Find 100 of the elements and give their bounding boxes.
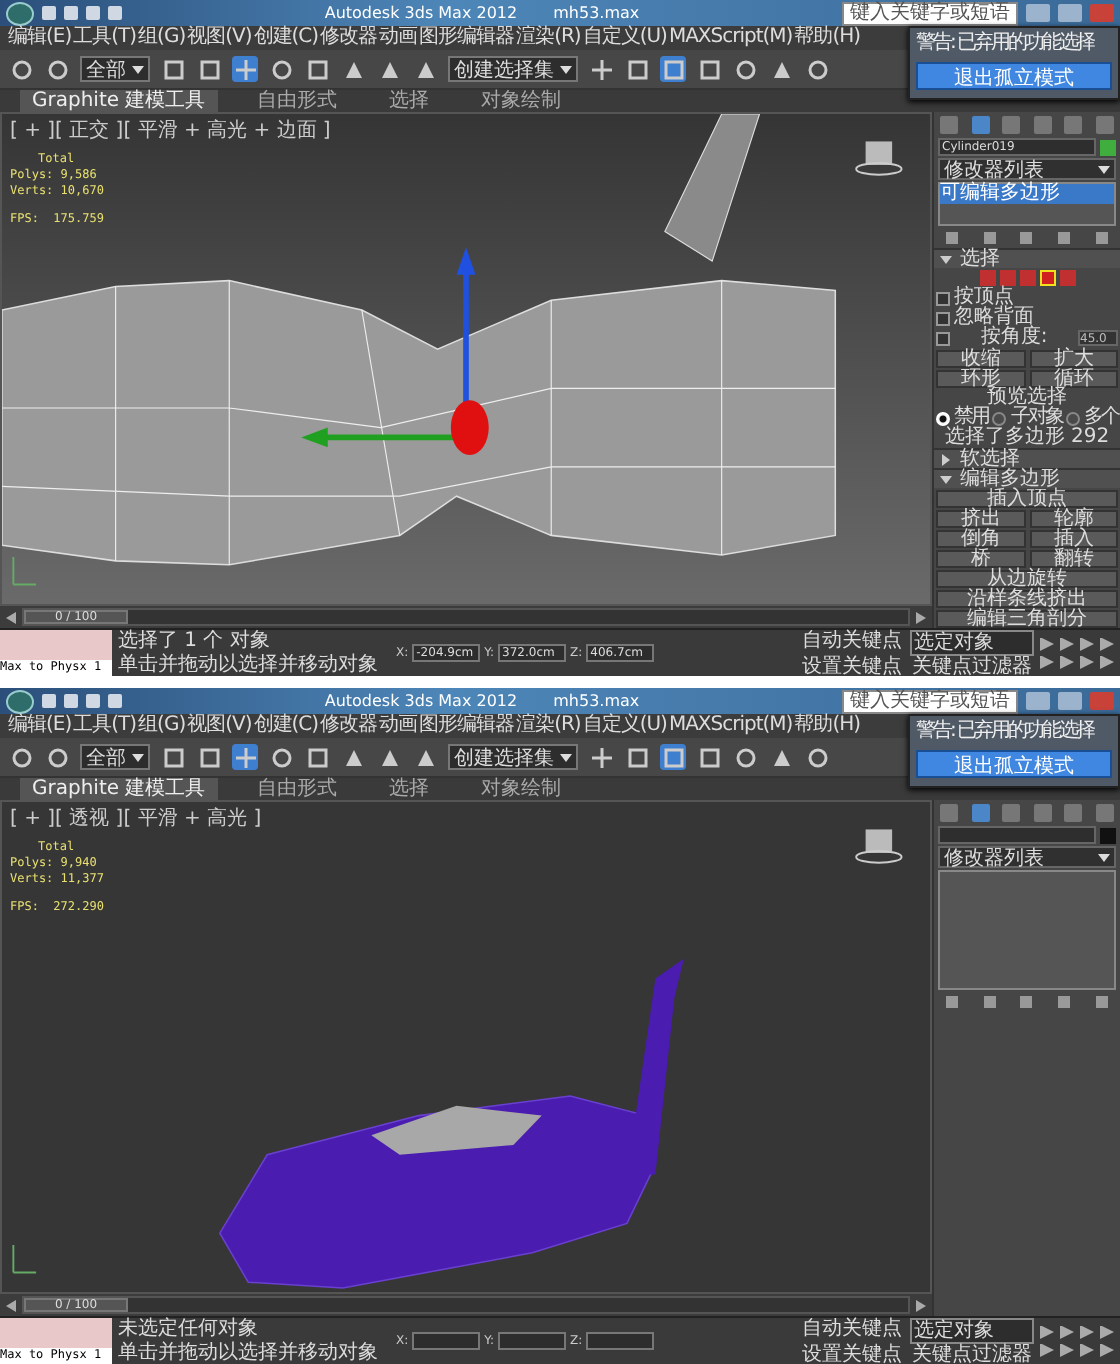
panel-button[interactable]: 从边旋转 — [936, 569, 1118, 587]
menu-item[interactable]: 工具(T) — [73, 714, 137, 738]
menu-item[interactable]: 编辑(E) — [8, 26, 72, 50]
caret-icon[interactable] — [940, 253, 952, 265]
previous-frame-icon[interactable] — [6, 611, 16, 623]
menu-item[interactable]: MAXScript(M) — [668, 26, 793, 50]
auto-key-button[interactable]: 自动关键点 — [800, 629, 904, 655]
search-field[interactable]: 键入关键字或短语 — [841, 1, 1018, 25]
named-selection-dropdown[interactable]: 创建选择集 — [448, 744, 578, 770]
object-color-swatch[interactable] — [1100, 139, 1116, 155]
stack-tool-icon[interactable] — [983, 232, 996, 244]
stack-tool-icon[interactable] — [1058, 996, 1071, 1008]
next-frame-icon[interactable] — [916, 1299, 926, 1311]
stack-item[interactable]: 可编辑多边形 — [940, 184, 1114, 204]
panel-tab-icon[interactable] — [971, 803, 990, 821]
menu-item[interactable]: 自定义(U) — [582, 26, 667, 50]
panel-tab-icon[interactable] — [971, 115, 990, 133]
menu-item[interactable]: 图形编辑器 — [419, 714, 515, 738]
panel-button[interactable]: 插入顶点 — [936, 489, 1118, 507]
app-logo-icon[interactable] — [6, 689, 34, 713]
set-key-button[interactable]: 设置关键点 — [800, 1343, 904, 1364]
viewport-label[interactable]: [ + ][ 透视 ][ 平滑 + 高光 ] — [10, 804, 262, 832]
stack-tool-icon[interactable] — [1095, 232, 1108, 244]
object-color-swatch[interactable] — [1100, 827, 1116, 843]
panel-button[interactable]: 挤出 — [936, 509, 1025, 527]
minimize-button[interactable] — [1025, 692, 1050, 710]
menu-item[interactable]: 创建(C) — [253, 26, 319, 50]
coordinate-field[interactable] — [586, 1332, 655, 1350]
ribbon-tab[interactable]: Graphite 建模工具 — [20, 778, 218, 800]
modifier-list-dropdown[interactable]: 修改器列表 — [938, 158, 1116, 180]
menu-item[interactable]: 动画 — [379, 714, 418, 738]
key-filters-button[interactable]: 关键点过滤器 — [910, 1343, 1034, 1364]
key-mode-dropdown[interactable]: 选定对象 — [910, 1317, 1034, 1343]
next-frame-icon[interactable] — [916, 611, 926, 623]
menu-item[interactable]: 编辑(E) — [8, 714, 72, 738]
ribbon-tab[interactable]: 对象绘制 — [469, 90, 574, 112]
ribbon-tab[interactable]: 选择 — [377, 778, 442, 800]
coordinate-field[interactable] — [498, 1332, 567, 1350]
menu-item[interactable]: 动画 — [379, 26, 418, 50]
modifier-stack[interactable]: 可编辑多边形 — [938, 182, 1116, 226]
selection-filter-dropdown[interactable]: 全部 — [80, 744, 150, 770]
stack-tool-icon[interactable] — [946, 232, 959, 244]
panel-button[interactable]: 环形 — [936, 369, 1025, 387]
panel-button[interactable]: 插入 — [1029, 529, 1118, 547]
subobject-icon[interactable] — [1039, 270, 1055, 286]
move-gizmo-drawing[interactable] — [301, 247, 489, 456]
menu-item[interactable]: 帮助(H) — [794, 714, 861, 738]
panel-button[interactable]: 翻转 — [1029, 549, 1118, 567]
previous-frame-icon[interactable] — [6, 1299, 16, 1311]
stack-tool-icon[interactable] — [1095, 996, 1108, 1008]
menu-item[interactable]: 修改器 — [320, 26, 378, 50]
menu-item[interactable]: 渲染(R) — [516, 714, 581, 738]
exit-isolation-button[interactable]: 退出孤立模式 — [916, 750, 1112, 778]
stack-tool-icon[interactable] — [1020, 996, 1033, 1008]
rollout-header[interactable]: 软选择 — [934, 448, 1120, 468]
exit-isolation-button[interactable]: 退出孤立模式 — [916, 62, 1112, 90]
menu-item[interactable]: 视图(V) — [187, 714, 252, 738]
viewcube-icon[interactable] — [855, 141, 903, 176]
minimize-button[interactable] — [1025, 4, 1050, 22]
key-mode-dropdown[interactable]: 选定对象 — [910, 629, 1034, 655]
menu-item[interactable]: 帮助(H) — [794, 26, 861, 50]
viewcube-icon[interactable] — [855, 829, 903, 864]
panel-button[interactable]: 循环 — [1029, 369, 1118, 387]
radio-button[interactable] — [1065, 411, 1080, 425]
search-field[interactable]: 键入关键字或短语 — [841, 689, 1018, 713]
menu-item[interactable]: 工具(T) — [73, 26, 137, 50]
panel-button[interactable]: 扩大 — [1029, 349, 1118, 367]
stack-tool-icon[interactable] — [1058, 232, 1071, 244]
menu-item[interactable]: 组(G) — [138, 26, 186, 50]
selection-filter-dropdown[interactable]: 全部 — [80, 56, 150, 82]
panel-button[interactable]: 轮廓 — [1029, 509, 1118, 527]
panel-button[interactable]: 收缩 — [936, 349, 1025, 367]
menu-item[interactable]: MAXScript(M) — [668, 714, 793, 738]
auto-key-button[interactable]: 自动关键点 — [800, 1317, 904, 1343]
checkbox[interactable] — [936, 311, 950, 325]
set-key-button[interactable]: 设置关键点 — [800, 655, 904, 676]
rollout-header[interactable]: 选择 — [934, 248, 1120, 268]
coordinate-field[interactable] — [412, 1332, 481, 1350]
stack-tool-icon[interactable] — [1020, 232, 1033, 244]
menu-item[interactable]: 修改器 — [320, 714, 378, 738]
maximize-button[interactable] — [1057, 692, 1082, 710]
menu-item[interactable]: 自定义(U) — [582, 714, 667, 738]
ribbon-tab[interactable]: Graphite 建模工具 — [20, 90, 218, 112]
menu-item[interactable]: 渲染(R) — [516, 26, 581, 50]
named-selection-dropdown[interactable]: 创建选择集 — [448, 56, 578, 82]
object-name-field[interactable] — [938, 826, 1096, 844]
menu-item[interactable]: 创建(C) — [253, 714, 319, 738]
move-icon[interactable] — [232, 744, 258, 770]
ribbon-tab[interactable]: 对象绘制 — [469, 778, 574, 800]
app-logo-icon[interactable] — [6, 1, 34, 25]
checkbox[interactable] — [936, 291, 950, 305]
maximize-button[interactable] — [1057, 4, 1082, 22]
panel-button[interactable]: 倒角 — [936, 529, 1025, 547]
panel-button[interactable]: 桥 — [936, 549, 1025, 567]
stack-tool-icon[interactable] — [983, 996, 996, 1008]
viewport-label[interactable]: [ + ][ 正交 ][ 平滑 + 高光 + 边面 ] — [10, 116, 331, 144]
stack-tool-icon[interactable] — [946, 996, 959, 1008]
panel-button[interactable]: 编辑三角剖分 — [936, 609, 1118, 627]
key-filters-button[interactable]: 关键点过滤器 — [910, 655, 1034, 676]
menu-item[interactable]: 图形编辑器 — [419, 26, 515, 50]
